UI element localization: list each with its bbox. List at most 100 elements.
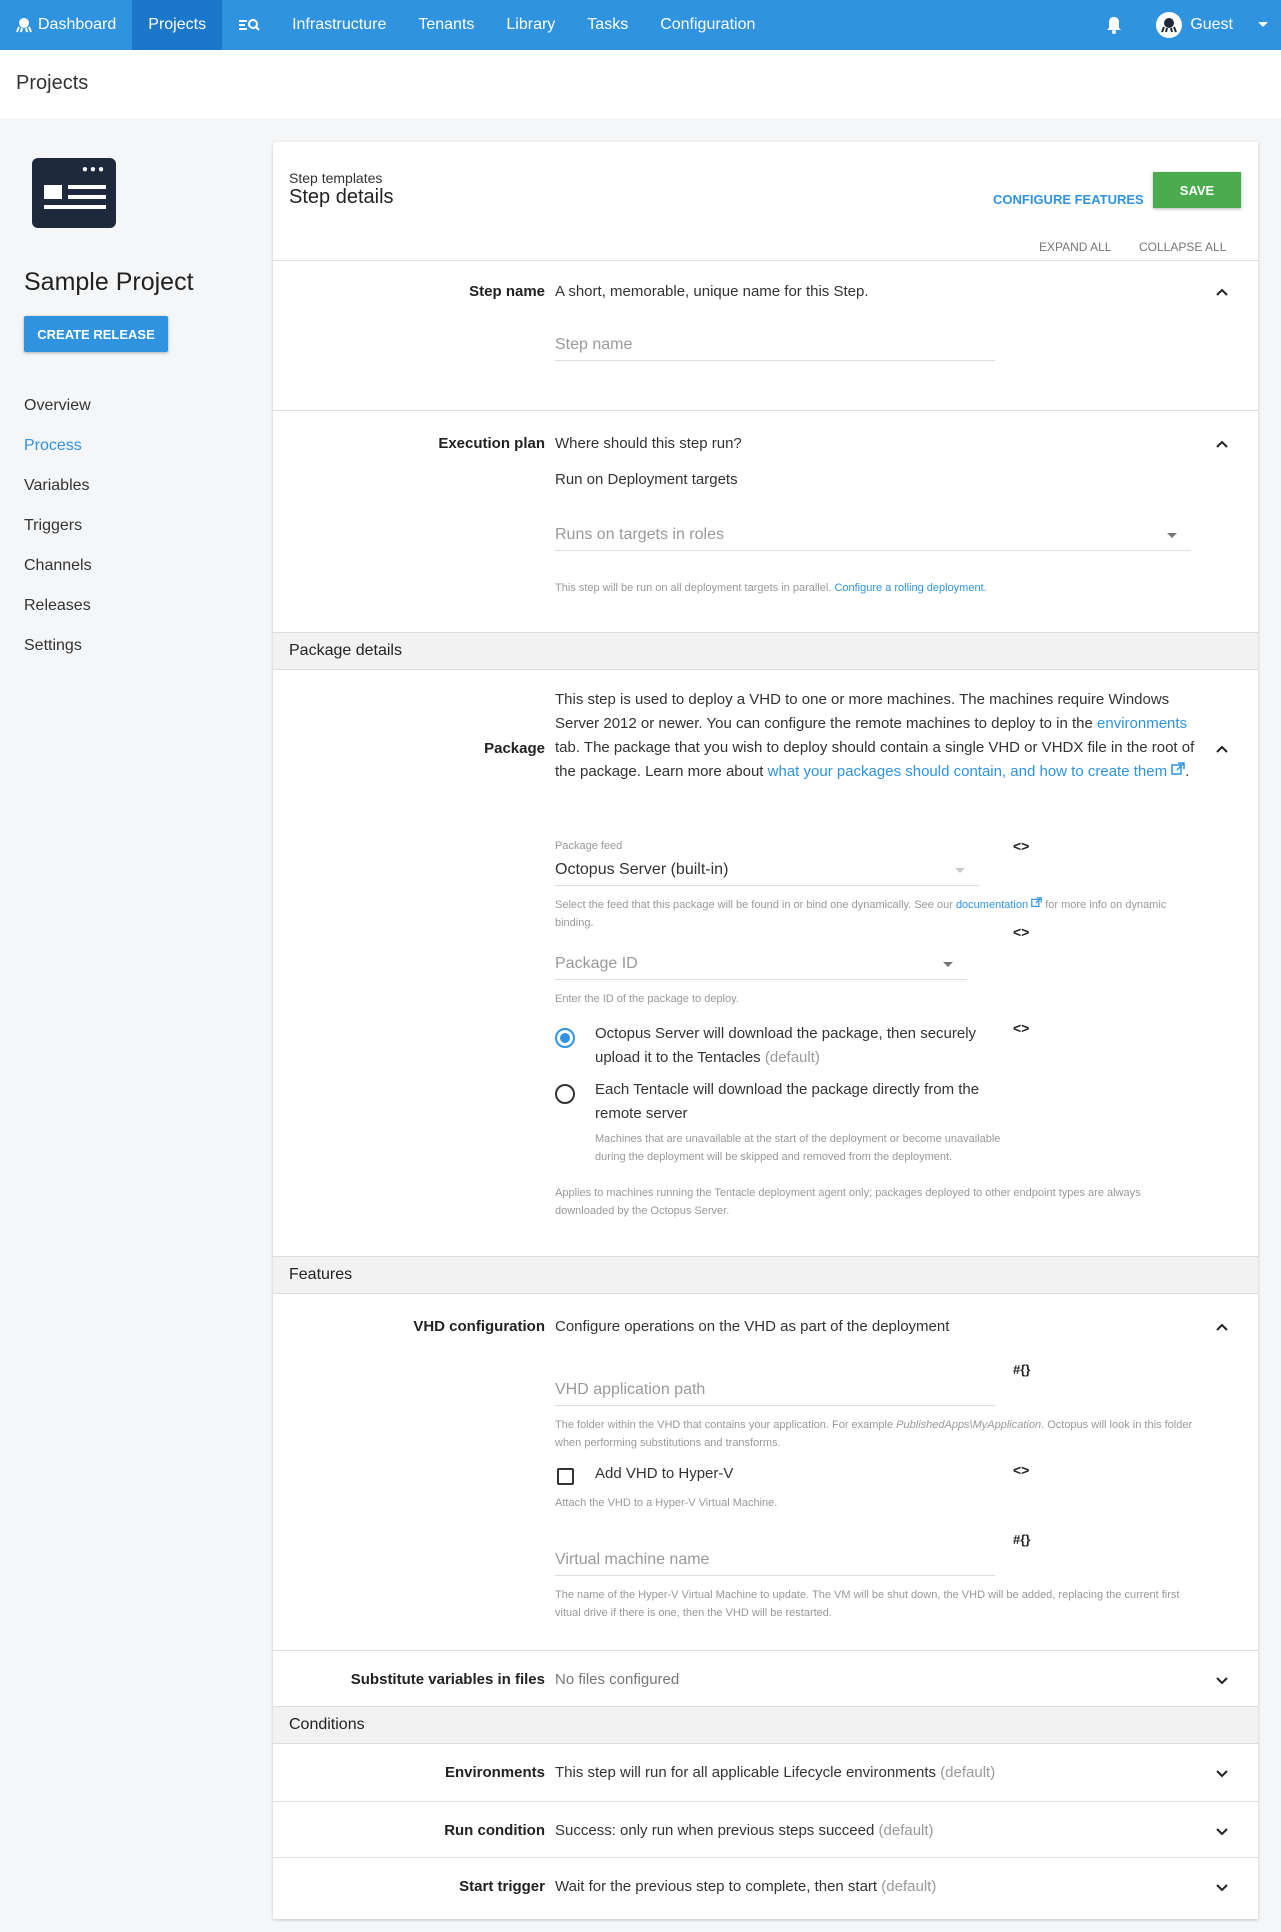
top-nav: Dashboard Projects Infrastructure Tenant…	[0, 0, 1281, 50]
nav-configuration[interactable]: Configuration	[644, 0, 771, 50]
radio-tentacle-download-label[interactable]: Each Tentacle will download the package …	[595, 1078, 985, 1126]
package-details-title: Package details	[289, 642, 402, 659]
user-menu[interactable]: Guest	[1144, 0, 1281, 50]
breadcrumb[interactable]: Step templates	[289, 170, 382, 186]
package-id-hint: Enter the ID of the package to deploy.	[555, 993, 739, 1005]
execution-target: Run on Deployment targets	[555, 471, 738, 488]
step-name-label: Step name	[469, 283, 545, 300]
package-feed-value: Octopus Server (built-in)	[555, 861, 729, 878]
nav-dashboard-label: Dashboard	[38, 16, 117, 33]
sidebar-item-overview[interactable]: Overview	[24, 386, 92, 426]
bind-toggle-feed[interactable]: <>	[1013, 838, 1029, 854]
target-roles-select[interactable]: Runs on targets in roles	[555, 511, 1191, 551]
execution-plan-hint-text: This step will be run on all deployment …	[555, 582, 832, 594]
substitute-variables-summary: No files configured	[555, 1671, 680, 1688]
create-release-button[interactable]: CREATE RELEASE	[24, 316, 168, 352]
step-name-summary: A short, memorable, unique name for this…	[555, 283, 869, 300]
run-condition-summary-text: Success: only run when previous steps su…	[555, 1822, 875, 1839]
target-roles-placeholder: Runs on targets in roles	[555, 526, 724, 543]
vhd-configuration-summary: Configure operations on the VHD as part …	[555, 1318, 950, 1335]
execution-plan-label: Execution plan	[438, 435, 545, 452]
package-docs-link[interactable]: what your packages should contain, and h…	[768, 763, 1167, 780]
chevron-up-icon[interactable]	[1215, 1320, 1229, 1334]
package-details-group: Package details	[273, 632, 1258, 670]
add-to-hyperv-checkbox[interactable]	[557, 1468, 574, 1485]
collapse-all-button[interactable]: COLLAPSE ALL	[1139, 240, 1226, 254]
chevron-down-icon	[1258, 22, 1268, 27]
environments-link[interactable]: environments	[1097, 715, 1187, 732]
documentation-link[interactable]: documentation	[956, 899, 1028, 911]
chevron-up-icon[interactable]	[1215, 437, 1229, 451]
nav-tenants-label: Tenants	[418, 16, 475, 33]
configure-features-button[interactable]: CONFIGURE FEATURES	[993, 182, 1144, 218]
nav-dashboard[interactable]: Dashboard	[0, 0, 132, 50]
nav-tasks[interactable]: Tasks	[571, 0, 644, 50]
octopus-logo-icon	[16, 18, 32, 33]
substitute-variables-section[interactable]: Substitute variables in files No files c…	[273, 1650, 1258, 1706]
vhd-configuration-label: VHD configuration	[413, 1318, 545, 1335]
step-name-placeholder: Step name	[555, 336, 633, 353]
environments-section[interactable]: Environments This step will run for all …	[273, 1744, 1258, 1801]
search-list-icon	[239, 19, 260, 31]
nav-search[interactable]	[222, 0, 276, 50]
bind-toggle-download-location[interactable]: <>	[1013, 1020, 1029, 1036]
environments-summary: This step will run for all applicable Li…	[555, 1764, 995, 1781]
sidebar-item-variables[interactable]: Variables	[24, 466, 92, 506]
bind-toggle-package-id[interactable]: <>	[1013, 924, 1029, 940]
vhd-application-path-input[interactable]: VHD application path	[555, 1366, 995, 1406]
chevron-down-icon[interactable]	[1215, 1880, 1229, 1894]
step-name-input[interactable]: Step name	[555, 321, 995, 361]
bind-toggle-hyperv[interactable]: <>	[1013, 1462, 1029, 1478]
dropdown-caret-icon[interactable]	[943, 962, 953, 967]
sidebar-item-settings[interactable]: Settings	[24, 626, 92, 666]
radio-server-download-label[interactable]: Octopus Server will download the package…	[595, 1022, 985, 1070]
package-feed-select[interactable]: Octopus Server (built-in)	[555, 850, 979, 886]
vm-name-input[interactable]: Virtual machine name	[555, 1536, 995, 1576]
variable-insert-vm-name[interactable]: #{}	[1013, 1532, 1030, 1547]
radio-tentacle-download[interactable]	[555, 1084, 575, 1104]
nav-projects[interactable]: Projects	[132, 0, 223, 50]
feed-hint-text-1: Select the feed that this package will b…	[555, 899, 956, 911]
dropdown-caret-icon	[1167, 533, 1177, 538]
start-trigger-section[interactable]: Start trigger Wait for the previous step…	[273, 1857, 1258, 1919]
sidebar-item-channels[interactable]: Channels	[24, 546, 92, 586]
sidebar-item-process[interactable]: Process	[24, 426, 92, 466]
rolling-deployment-link[interactable]: Configure a rolling deployment.	[834, 582, 986, 594]
applies-hint: Applies to machines running the Tentacle…	[555, 1187, 1141, 1217]
nav-tenants[interactable]: Tenants	[402, 0, 490, 50]
sidebar-item-triggers[interactable]: Triggers	[24, 506, 92, 546]
run-condition-section[interactable]: Run condition Success: only run when pre…	[273, 1801, 1258, 1857]
environments-summary-text: This step will run for all applicable Li…	[555, 1764, 937, 1781]
tentacle-download-hint: Machines that are unavailable at the sta…	[595, 1133, 1001, 1163]
run-condition-default: (default)	[878, 1822, 934, 1839]
package-desc-text-1: This step is used to deploy a VHD to one…	[555, 691, 1170, 732]
radio-1-default: (default)	[764, 1049, 820, 1066]
chevron-up-icon[interactable]	[1215, 742, 1229, 756]
expand-all-button[interactable]: EXPAND ALL	[1039, 240, 1111, 254]
external-link-icon	[1031, 897, 1042, 908]
nav-tasks-label: Tasks	[587, 16, 629, 33]
nav-library[interactable]: Library	[490, 0, 571, 50]
chevron-down-icon[interactable]	[1215, 1673, 1229, 1687]
notifications-button[interactable]	[1084, 0, 1144, 50]
start-trigger-summary-text: Wait for the previous step to complete, …	[555, 1878, 878, 1895]
sidebar-item-releases[interactable]: Releases	[24, 586, 92, 626]
save-button[interactable]: SAVE	[1153, 172, 1241, 208]
nav-infrastructure[interactable]: Infrastructure	[276, 0, 402, 50]
avatar	[1156, 12, 1183, 38]
dropdown-caret-icon	[955, 868, 965, 873]
vhd-configuration-section: VHD configuration Configure operations o…	[273, 1294, 1258, 1650]
chevron-down-icon[interactable]	[1215, 1824, 1229, 1838]
package-id-input[interactable]: Package ID	[555, 940, 967, 980]
variable-insert-vhd-path[interactable]: #{}	[1013, 1362, 1030, 1377]
card-header: Step templates Step details CONFIGURE FE…	[273, 142, 1258, 260]
add-to-hyperv-label[interactable]: Add VHD to Hyper-V	[595, 1462, 733, 1486]
radio-server-download[interactable]	[555, 1028, 575, 1048]
start-trigger-summary: Wait for the previous step to complete, …	[555, 1878, 936, 1895]
project-name: Sample Project	[24, 268, 194, 296]
project-logo-icon: ●●●	[32, 158, 116, 228]
environments-label: Environments	[444, 1764, 545, 1781]
chevron-up-icon[interactable]	[1215, 285, 1229, 299]
step-details-card: Step templates Step details CONFIGURE FE…	[273, 142, 1258, 1919]
chevron-down-icon[interactable]	[1215, 1766, 1229, 1780]
